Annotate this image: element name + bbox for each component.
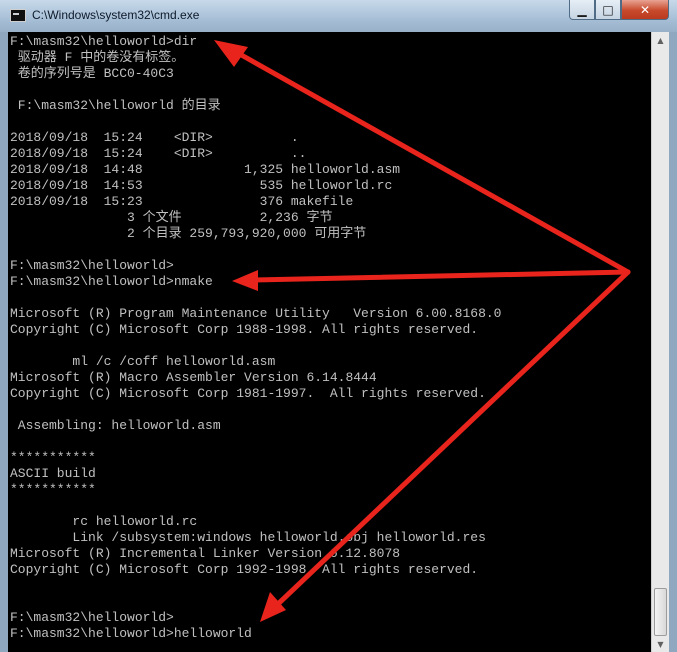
console-line: Microsoft (R) Incremental Linker Version… <box>10 546 401 561</box>
console-line: ASCII build <box>10 466 96 481</box>
maximize-button[interactable]: □ <box>595 0 621 20</box>
console-line: 2018/09/18 15:24 <DIR> .. <box>10 146 307 161</box>
console-line: F:\masm32\helloworld> <box>10 258 174 273</box>
console-line: Copyright (C) Microsoft Corp 1992-1998. … <box>10 562 479 577</box>
title-bar[interactable]: C:\Windows\system32\cmd.exe ▁ □ ✕ <box>0 0 677 32</box>
console-line: F:\masm32\helloworld> <box>10 610 174 625</box>
console-line: 3 个文件 2,236 字节 <box>10 210 333 225</box>
console-line: F:\masm32\helloworld>nmake <box>10 274 213 289</box>
console-line: 2018/09/18 15:24 <DIR> . <box>10 130 299 145</box>
console-line: Link /subsystem:windows helloworld.obj h… <box>10 530 486 545</box>
window-frame-right <box>669 32 677 652</box>
scroll-up-button[interactable]: ▲ <box>653 32 668 48</box>
scroll-up-icon: ▲ <box>657 35 664 45</box>
console-line: 2018/09/18 14:53 535 helloworld.rc <box>10 178 393 193</box>
console-line: Copyright (C) Microsoft Corp 1981-1997. … <box>10 386 486 401</box>
console-line: Assembling: helloworld.asm <box>10 418 221 433</box>
console-line: F:\masm32\helloworld 的目录 <box>10 98 221 113</box>
console-line: 2 个目录 259,793,920,000 可用字节 <box>10 226 367 241</box>
console-line: 2018/09/18 14:48 1,325 helloworld.asm <box>10 162 401 177</box>
scroll-down-icon: ▼ <box>657 639 664 649</box>
scroll-down-button[interactable]: ▼ <box>653 636 668 652</box>
close-icon: ✕ <box>639 2 651 17</box>
window-controls: ▁ □ ✕ <box>569 0 669 22</box>
console-line: 2018/09/18 15:23 376 makefile <box>10 194 354 209</box>
console-line: rc helloworld.rc <box>10 514 198 529</box>
console-line: *********** <box>10 450 96 465</box>
minimize-button[interactable]: ▁ <box>569 0 595 20</box>
console-line: Copyright (C) Microsoft Corp 1988-1998. … <box>10 322 479 337</box>
console-text: F:\masm32\helloworld>dir 驱动器 F 中的卷没有标签。 … <box>8 32 651 642</box>
scrollbar-thumb[interactable] <box>654 588 667 636</box>
console-line: F:\masm32\helloworld>dir <box>10 34 198 49</box>
maximize-icon: □ <box>602 2 614 17</box>
console-line: Microsoft (R) Program Maintenance Utilit… <box>10 306 502 321</box>
console-line: F:\masm32\helloworld>helloworld <box>10 626 252 641</box>
minimize-icon: ▁ <box>577 2 587 17</box>
console-line: 驱动器 F 中的卷没有标签。 <box>10 50 185 65</box>
vertical-scrollbar[interactable]: ▲ ▼ <box>651 32 669 652</box>
console-output[interactable]: F:\masm32\helloworld>dir 驱动器 F 中的卷没有标签。 … <box>8 32 651 652</box>
console-line: *********** <box>10 482 96 497</box>
console-line: ml /c /coff helloworld.asm <box>10 354 276 369</box>
cmd-window: C:\Windows\system32\cmd.exe ▁ □ ✕ F:\mas… <box>0 0 677 652</box>
cmd-app-icon <box>10 9 26 22</box>
console-line: 卷的序列号是 BCC0-40C3 <box>10 66 174 81</box>
close-button[interactable]: ✕ <box>621 0 669 20</box>
console-line: Microsoft (R) Macro Assembler Version 6.… <box>10 370 377 385</box>
window-title: C:\Windows\system32\cmd.exe <box>32 8 200 22</box>
